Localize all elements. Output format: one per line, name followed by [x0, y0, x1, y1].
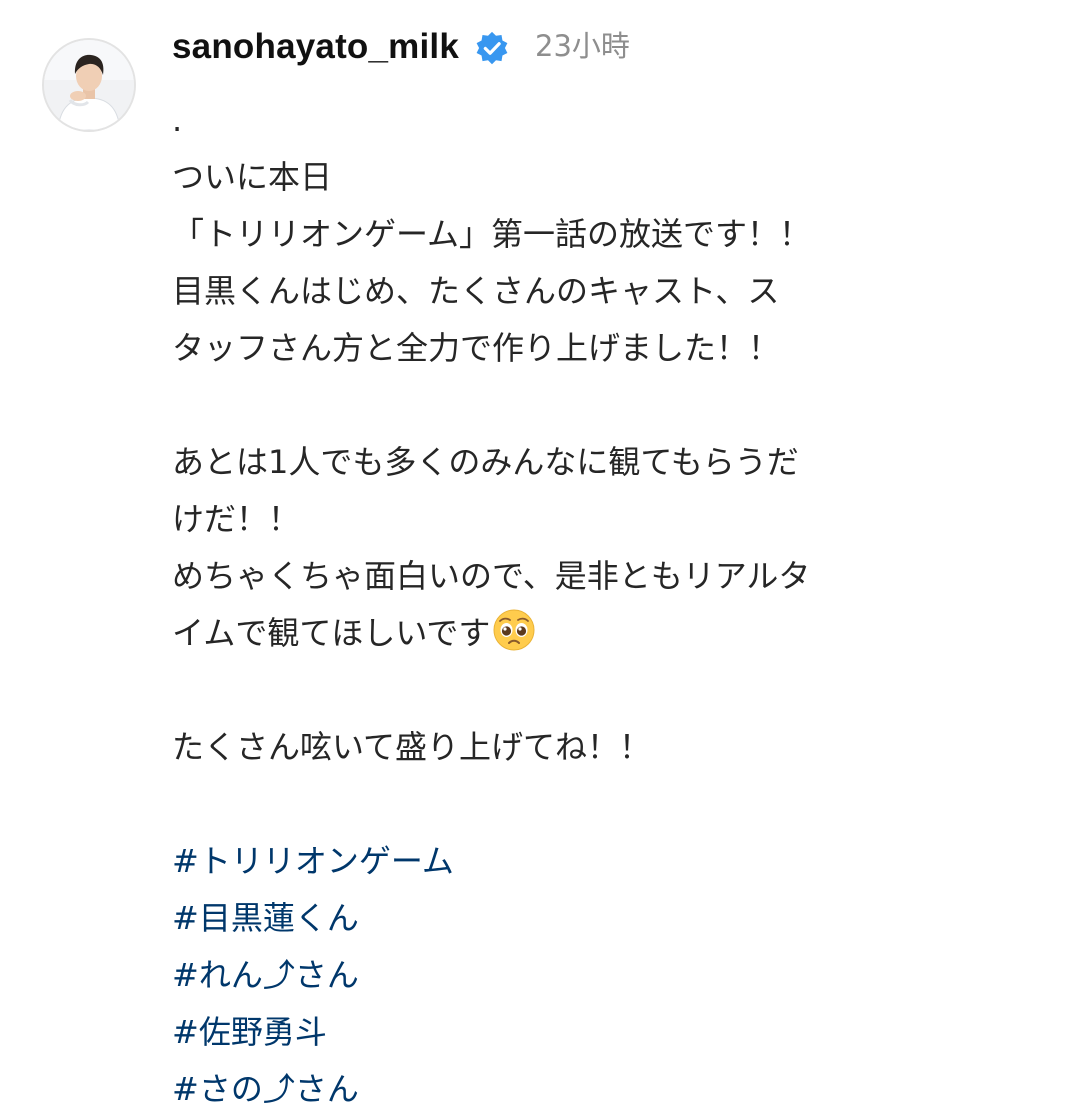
profile-avatar-image: [44, 40, 134, 130]
post-header: sanohayato_milk 23小時: [172, 22, 630, 72]
hashtag-link[interactable]: #れん⤴︎さん: [172, 947, 1052, 1004]
caption-line: たくさん呟いて盛り上げてね！！: [172, 728, 652, 766]
hashtag-link[interactable]: #さの⤴︎さん: [172, 1061, 1052, 1118]
caption-line: 「トリリオンゲーム」第一話の放送です！！: [172, 215, 812, 253]
caption-line: けだ！！: [172, 500, 301, 538]
caption-line: イムで観てほしいです: [172, 614, 491, 652]
post-timestamp: 23小時: [535, 29, 630, 63]
hashtag-link[interactable]: #目黒蓮くん: [172, 890, 1052, 947]
hashtag-link[interactable]: #佐野勇斗: [172, 1004, 1052, 1061]
caption-dot: .: [172, 101, 183, 139]
username[interactable]: sanohayato_milk: [172, 27, 459, 67]
caption-line: ついに本日: [172, 158, 333, 196]
avatar[interactable]: [42, 38, 136, 132]
caption-line-with-emoji: イムで観てほしいです: [172, 605, 1052, 662]
caption-line: めちゃくちゃ面白いので、是非ともリアルタ: [172, 557, 811, 595]
pleading-face-emoji: [492, 608, 536, 652]
post-caption: . ついに本日 「トリリオンゲーム」第一話の放送です！！ 目黒くんはじめ、たくさ…: [172, 92, 1052, 1118]
caption-line: 目黒くんはじめ、たくさんのキャスト、ス: [172, 272, 780, 310]
caption-line: タッフさん方と全力で作り上げました！！: [172, 329, 781, 367]
caption-line: あとは1人でも多くのみんなに観てもらうだ: [172, 443, 799, 481]
hashtag-link[interactable]: #トリリオンゲーム: [172, 833, 1052, 890]
verified-badge-icon: [473, 30, 511, 68]
